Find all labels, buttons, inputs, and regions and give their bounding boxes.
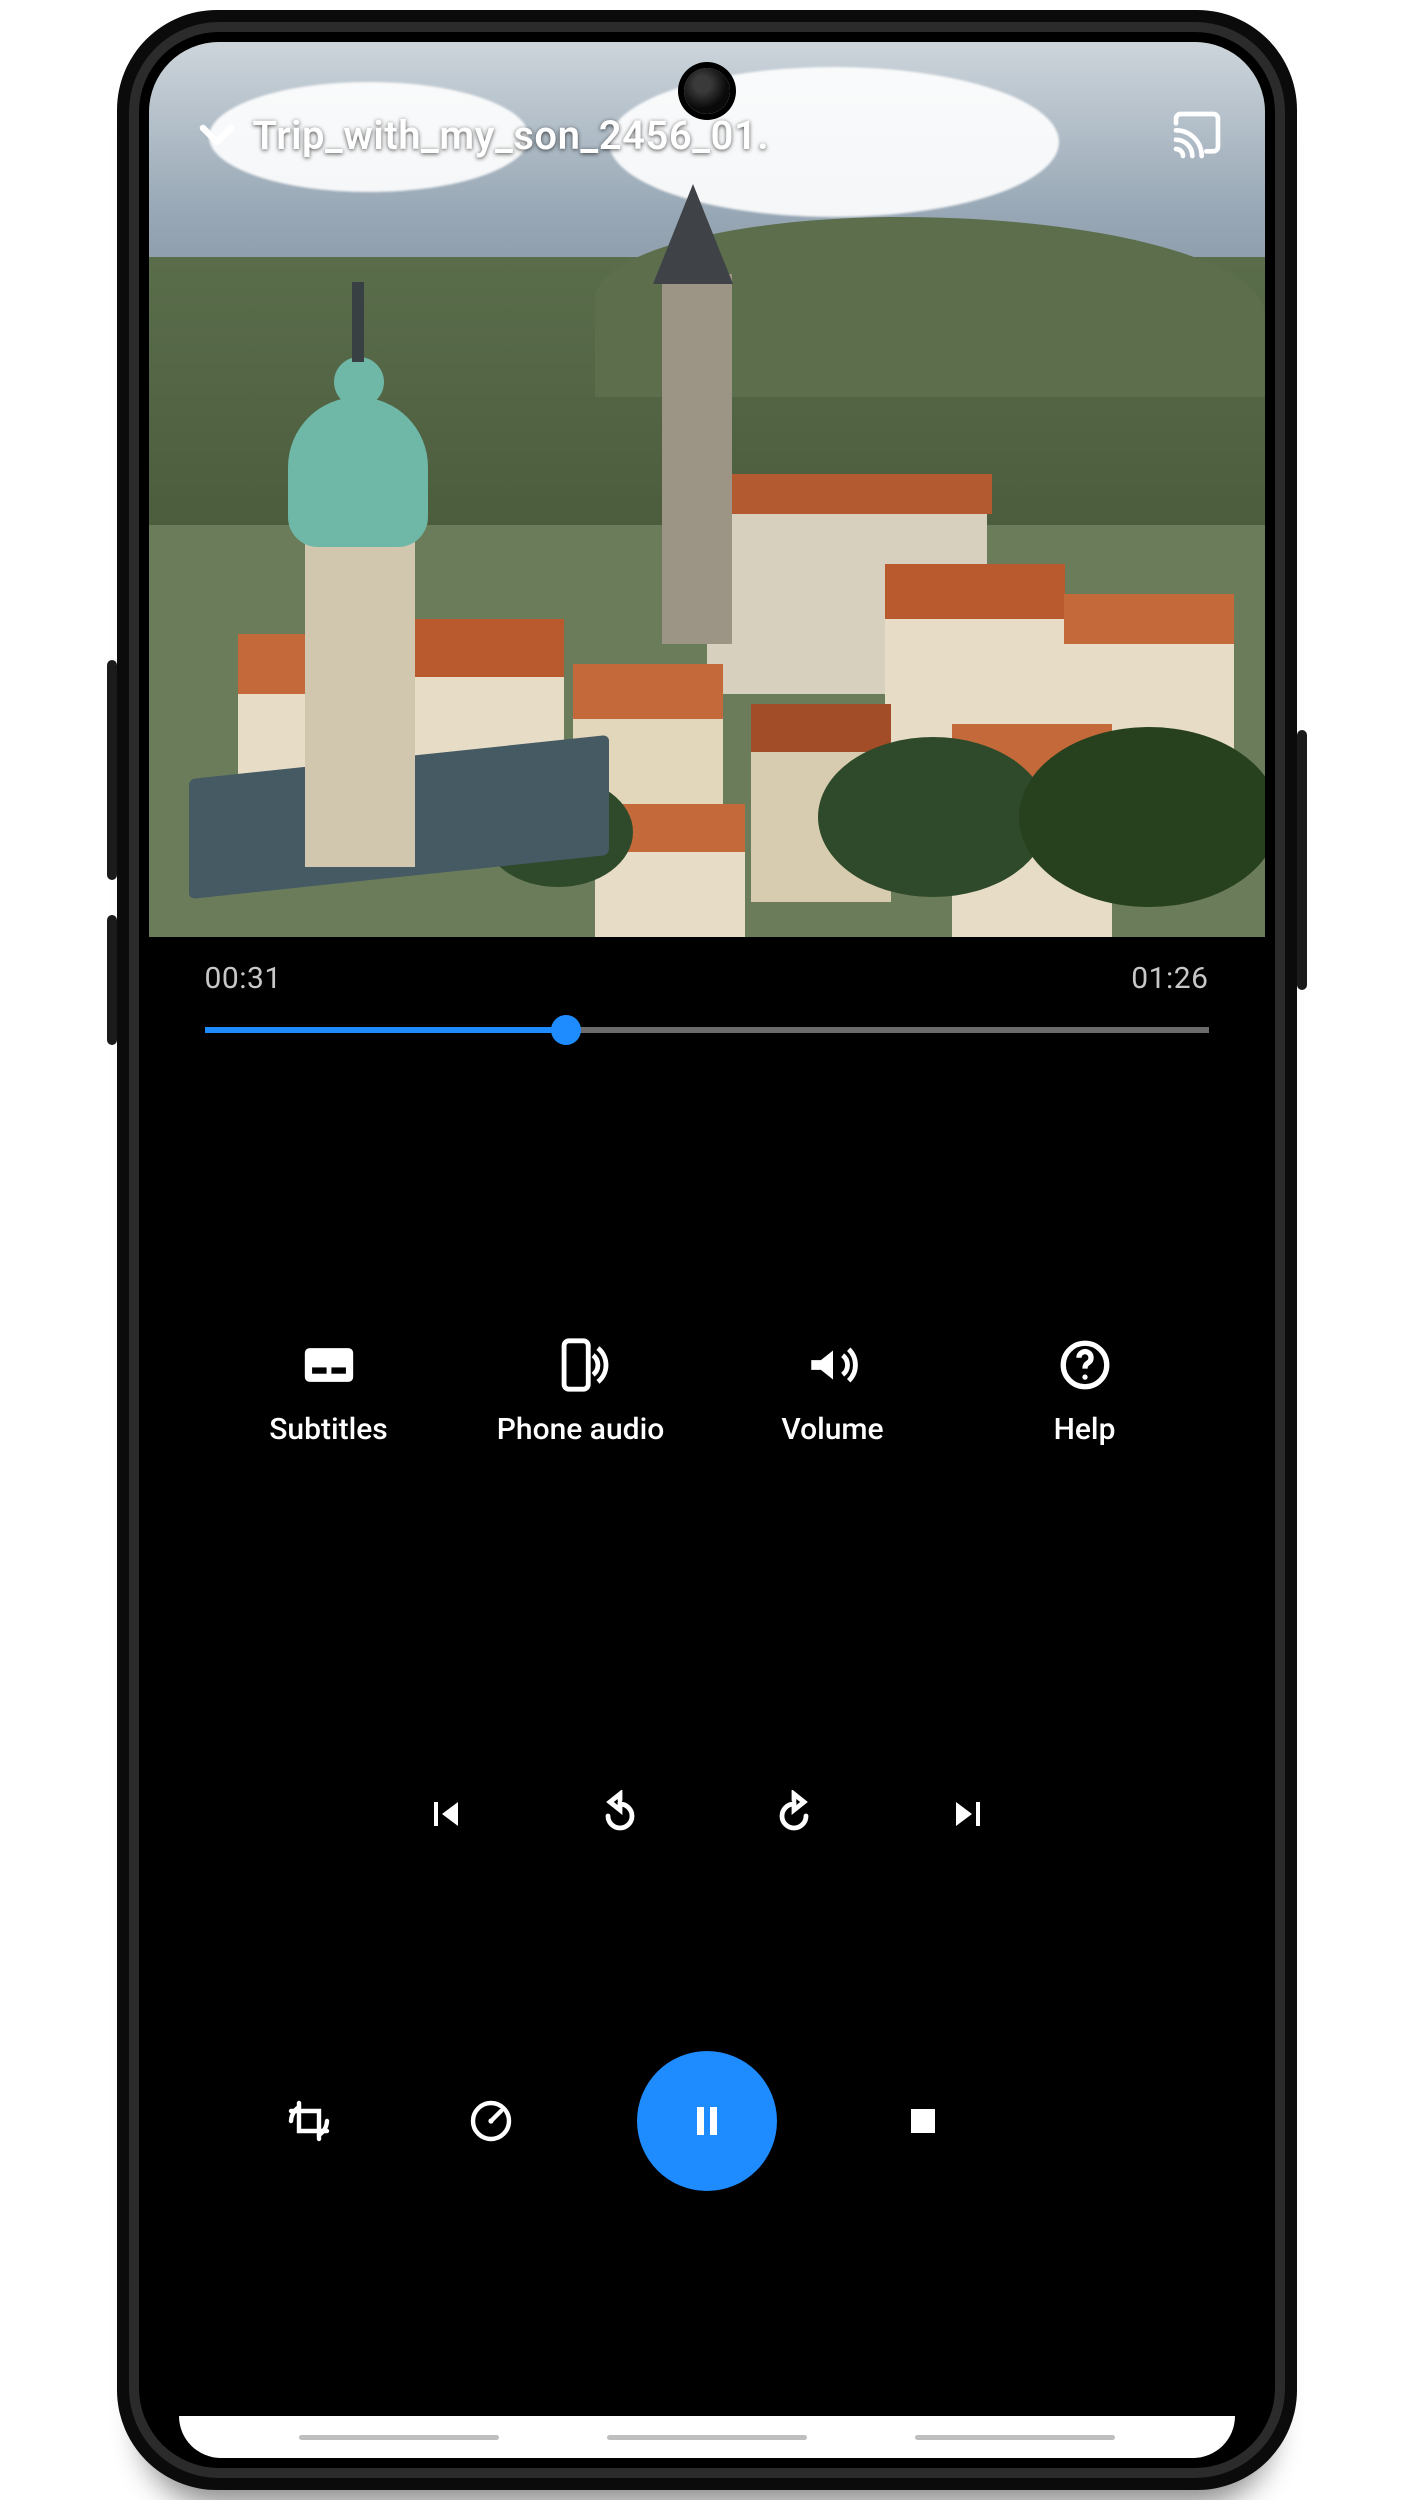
subtitles-button[interactable]: Subtitles — [229, 1336, 429, 1447]
seek-bar[interactable] — [205, 1014, 1209, 1046]
side-button-right — [1297, 730, 1307, 990]
front-camera — [684, 68, 730, 114]
volume-label: Volume — [781, 1412, 883, 1447]
chevron-down-icon — [189, 107, 245, 163]
stop-icon — [899, 2097, 947, 2145]
rewind-button[interactable] — [593, 1787, 647, 1841]
video-preview[interactable]: Trip_with_my_son_2456_01. — [149, 42, 1265, 937]
cast-button[interactable] — [1169, 107, 1225, 163]
phone-audio-label: Phone audio — [497, 1412, 665, 1447]
time-elapsed: 00:31 — [205, 961, 282, 996]
next-button[interactable] — [941, 1787, 995, 1841]
help-label: Help — [1054, 1412, 1116, 1447]
cast-icon — [1169, 107, 1225, 163]
volume-icon — [804, 1336, 862, 1394]
gesture-hint-center — [607, 2435, 807, 2440]
rewind-icon — [596, 1790, 644, 1838]
skip-next-icon — [944, 1790, 992, 1838]
pause-icon — [683, 2097, 731, 2145]
phone-audio-icon — [552, 1336, 610, 1394]
gesture-hint-right — [915, 2435, 1115, 2440]
help-button[interactable]: Help — [985, 1336, 1185, 1447]
gesture-hint-left — [299, 2435, 499, 2440]
screen: Trip_with_my_son_2456_01. — [149, 42, 1265, 2458]
skip-previous-icon — [422, 1790, 470, 1838]
previous-button[interactable] — [419, 1787, 473, 1841]
side-button-power — [107, 915, 117, 1045]
subtitles-label: Subtitles — [269, 1412, 388, 1447]
crop-rotate-icon — [285, 2097, 333, 2145]
crop-rotate-button[interactable] — [273, 2085, 345, 2157]
pause-button[interactable] — [637, 2051, 777, 2191]
video-title: Trip_with_my_son_2456_01. — [253, 112, 770, 159]
forward-button[interactable] — [767, 1787, 821, 1841]
speedometer-icon — [467, 2097, 515, 2145]
nav-gesture-area[interactable] — [179, 2416, 1235, 2458]
subtitles-icon — [300, 1336, 358, 1394]
phone-audio-button[interactable]: Phone audio — [481, 1336, 681, 1447]
help-icon — [1056, 1336, 1114, 1394]
phone-frame: Trip_with_my_son_2456_01. — [117, 10, 1297, 2490]
seek-fill — [205, 1027, 566, 1033]
side-button-volume — [107, 660, 117, 880]
stop-button[interactable] — [887, 2085, 959, 2157]
forward-icon — [770, 1790, 818, 1838]
volume-button[interactable]: Volume — [733, 1336, 933, 1447]
collapse-button[interactable] — [189, 107, 245, 163]
time-duration: 01:26 — [1131, 961, 1208, 996]
speed-button[interactable] — [455, 2085, 527, 2157]
seek-thumb[interactable] — [551, 1015, 581, 1045]
